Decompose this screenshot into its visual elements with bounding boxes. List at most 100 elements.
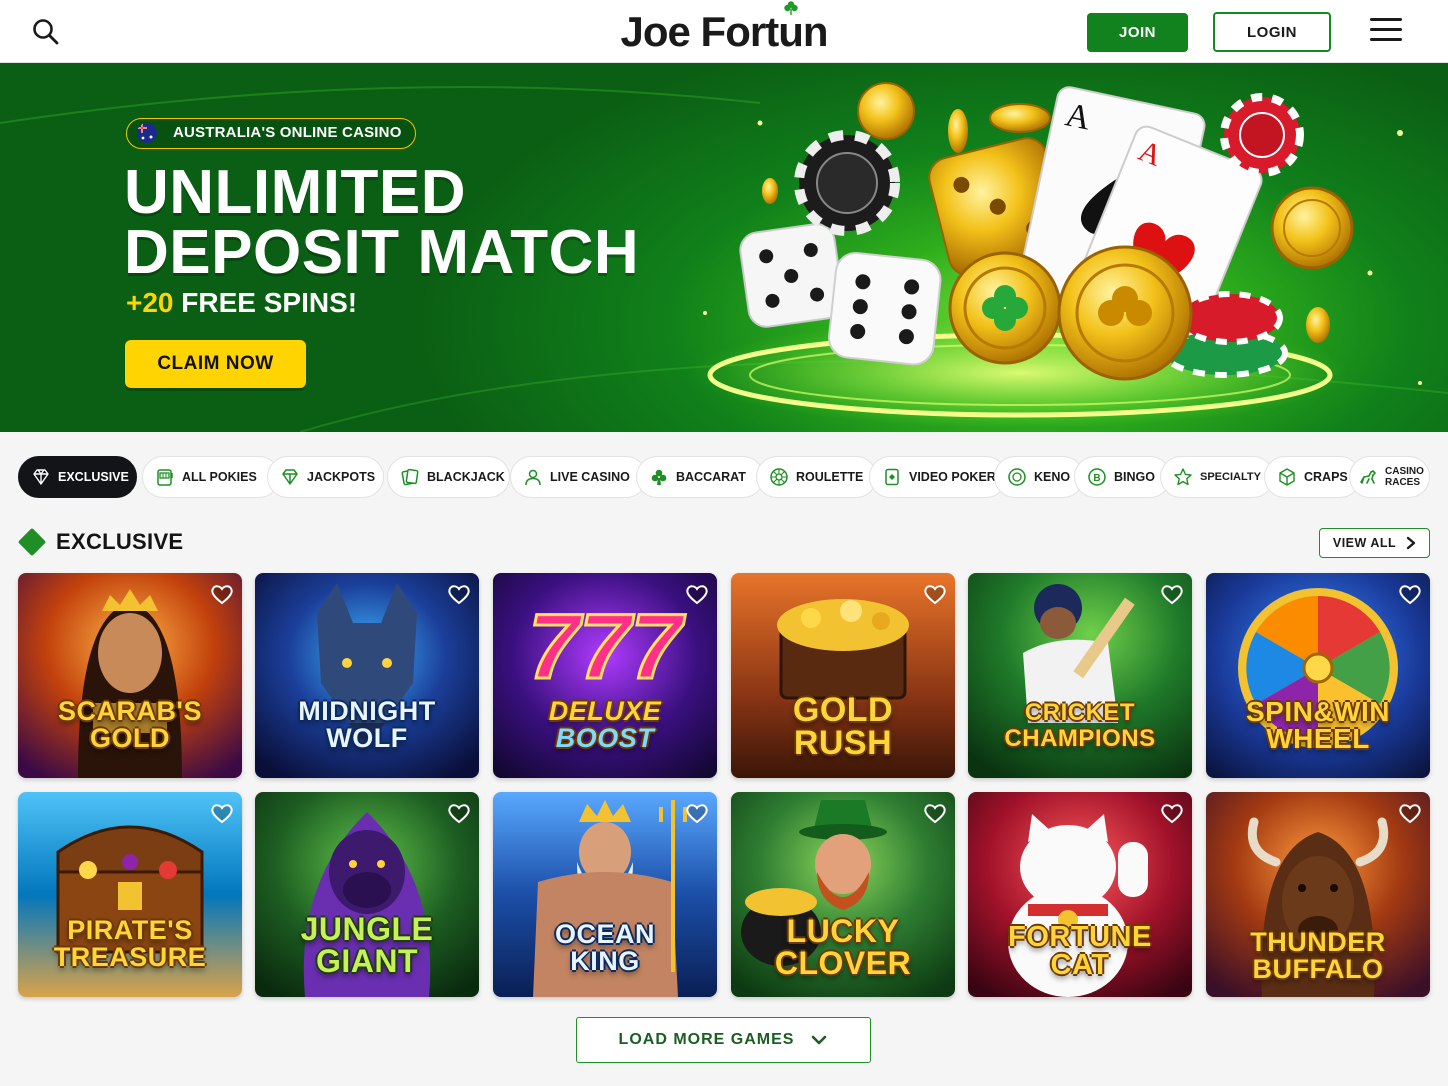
cards-icon xyxy=(401,468,419,486)
club-icon xyxy=(651,469,667,485)
game-tile-cricket-champions[interactable]: CRICKET CHAMPIONS xyxy=(968,573,1192,778)
keno-ball-icon xyxy=(1008,468,1026,486)
game-title: OCEAN KING xyxy=(554,919,655,976)
tab-exclusive[interactable]: EXCLUSIVE xyxy=(18,456,137,498)
tab-label: SPECIALTY xyxy=(1200,471,1261,483)
hero-headline: UNLIMITED DEPOSIT MATCH xyxy=(124,158,639,284)
tab-specialty[interactable]: SPECIALTY xyxy=(1160,456,1274,498)
favorite-heart-icon[interactable] xyxy=(1160,802,1184,824)
tab-label: KENO xyxy=(1034,470,1071,484)
tab-live-casino[interactable]: LIVE CASINO xyxy=(510,456,647,498)
horse-icon xyxy=(1360,470,1376,484)
view-all-button[interactable]: VIEW ALL xyxy=(1319,528,1430,558)
game-tile-gold-rush[interactable]: GOLD RUSH xyxy=(731,573,955,778)
favorite-heart-icon[interactable] xyxy=(923,583,947,605)
load-more-games-button[interactable]: LOAD MORE GAMES xyxy=(576,1017,871,1063)
section-title: EXCLUSIVE xyxy=(56,529,184,554)
game-title: FORTUNE CAT xyxy=(1008,921,1152,981)
headline-line-1: UNLIMITED xyxy=(124,158,467,227)
australia-casino-pill: AUSTRALIA'S ONLINE CASINO xyxy=(126,118,416,149)
tab-label: BINGO xyxy=(1114,470,1155,484)
game-tile-thunder-buffalo[interactable]: THUNDER BUFFALO xyxy=(1206,792,1430,997)
roulette-icon xyxy=(770,468,788,486)
tab-casino-races[interactable]: CASINO RACES xyxy=(1349,456,1430,498)
chevron-down-icon xyxy=(812,1035,827,1045)
favorite-heart-icon[interactable] xyxy=(923,802,947,824)
game-title: JUNGLE GIANT xyxy=(300,911,434,979)
favorite-heart-icon[interactable] xyxy=(1160,583,1184,605)
tab-label: JACKPOTS xyxy=(307,470,376,484)
game-tile-ocean-king[interactable]: OCEAN KING xyxy=(493,792,717,997)
tab-label: ROULETTE xyxy=(796,470,864,484)
category-tabs: EXCLUSIVE ALL POKIES JACKPOTS BLACKJACK … xyxy=(18,456,1430,498)
clover-icon xyxy=(783,1,798,15)
game-tile-jungle-giant[interactable]: JUNGLE GIANT xyxy=(255,792,479,997)
game-title: CRICKET CHAMPIONS xyxy=(1004,699,1156,752)
tab-all-pokies[interactable]: ALL POKIES xyxy=(142,456,280,498)
tab-label: BACCARAT xyxy=(676,470,746,484)
load-more-label: LOAD MORE GAMES xyxy=(618,1031,795,1048)
tab-bingo[interactable]: B BINGO xyxy=(1074,456,1171,498)
tab-video-poker[interactable]: VIDEO POKER xyxy=(869,456,1007,498)
tab-jackpots[interactable]: JACKPOTS xyxy=(267,456,384,498)
diamond-icon xyxy=(33,469,49,485)
free-spins-count: +20 xyxy=(126,287,174,318)
game-tile-scarabs-gold[interactable]: SCARAB'S GOLD xyxy=(18,573,242,778)
site-header: Joe Fortu n JOIN LOGIN xyxy=(0,0,1448,63)
game-tile-deluxe-boost[interactable]: 777 DELUXE BOOST xyxy=(493,573,717,778)
favorite-heart-icon[interactable] xyxy=(210,583,234,605)
game-tile-fortune-cat[interactable]: FORTUNE CAT xyxy=(968,792,1192,997)
sevens-symbol: 777 xyxy=(528,596,685,698)
chevron-right-icon xyxy=(1406,536,1416,550)
tab-keno[interactable]: KENO xyxy=(994,456,1084,498)
game-title: SPIN&WIN WHEEL xyxy=(1246,696,1390,754)
tab-label-stacked: CASINO RACES xyxy=(1385,466,1424,488)
tab-blackjack[interactable]: BLACKJACK xyxy=(387,456,510,498)
game-tile-lucky-clover[interactable]: LUCKY CLOVER xyxy=(731,792,955,997)
game-title: GOLD RUSH xyxy=(792,691,894,762)
favorite-heart-icon[interactable] xyxy=(685,583,709,605)
logo-text-pre: Joe Fort xyxy=(620,8,780,55)
tab-label: ALL POKIES xyxy=(182,470,257,484)
tab-baccarat[interactable]: BACCARAT xyxy=(636,456,764,498)
slot-machine-icon xyxy=(157,469,173,486)
logo-text-post: n xyxy=(802,8,829,55)
hamburger-menu-icon[interactable] xyxy=(1370,18,1402,46)
logo-text-u: u xyxy=(778,8,804,55)
favorite-heart-icon[interactable] xyxy=(210,802,234,824)
bingo-ball-icon: B xyxy=(1088,468,1106,486)
tab-label: VIDEO POKER xyxy=(909,470,996,484)
tab-label: LIVE CASINO xyxy=(550,470,630,484)
promo-banner[interactable]: A A AUSTRALIA'S ONLINE CASINO UNLIMITED … xyxy=(0,63,1448,432)
svg-text:B: B xyxy=(1093,473,1100,484)
favorite-heart-icon[interactable] xyxy=(1398,583,1422,605)
tab-label: CRAPS xyxy=(1304,470,1348,484)
poker-card-icon xyxy=(885,468,899,486)
dealer-icon xyxy=(525,469,541,486)
tab-roulette[interactable]: ROULETTE xyxy=(756,456,877,498)
game-tile-pirates-treasure[interactable]: PIRATE'S TREASURE xyxy=(18,792,242,997)
favorite-heart-icon[interactable] xyxy=(1398,802,1422,824)
join-button[interactable]: JOIN xyxy=(1087,13,1188,52)
claim-now-button[interactable]: CLAIM NOW xyxy=(125,340,306,388)
free-spins-text: FREE SPINS! xyxy=(173,287,358,318)
login-button[interactable]: LOGIN xyxy=(1213,12,1331,52)
favorite-heart-icon[interactable] xyxy=(447,802,471,824)
search-icon[interactable] xyxy=(30,16,62,48)
favorite-heart-icon[interactable] xyxy=(447,583,471,605)
game-tile-spin-win-wheel[interactable]: SPIN&WIN WHEEL xyxy=(1206,573,1430,778)
section-diamond-icon xyxy=(17,527,47,557)
game-title: MIDNIGHT WOLF xyxy=(298,696,436,753)
game-title: THUNDER BUFFALO xyxy=(1250,927,1386,984)
game-tile-midnight-wolf[interactable]: MIDNIGHT WOLF xyxy=(255,573,479,778)
star-icon xyxy=(1174,468,1192,486)
tab-label: BLACKJACK xyxy=(427,470,505,484)
game-title: LUCKY CLOVER xyxy=(774,913,912,981)
favorite-heart-icon[interactable] xyxy=(685,802,709,824)
game-title: DELUXE BOOST xyxy=(548,696,662,753)
dice-icon xyxy=(1279,468,1295,486)
gem-icon xyxy=(282,469,298,485)
game-title: PIRATE'S TREASURE xyxy=(53,915,207,972)
tab-craps[interactable]: CRAPS xyxy=(1264,456,1361,498)
tab-label: EXCLUSIVE xyxy=(58,470,129,484)
